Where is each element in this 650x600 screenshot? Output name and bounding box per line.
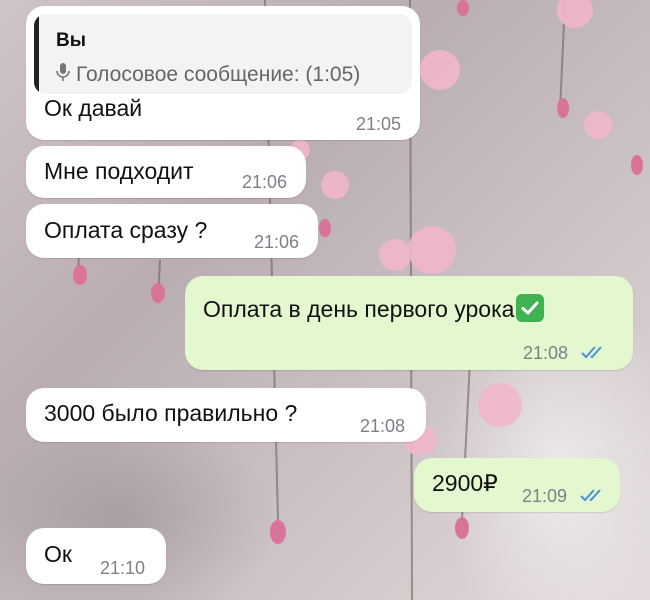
message-time: 21:08 xyxy=(523,343,569,363)
message-incoming[interactable]: Мне подходит 21:06 xyxy=(26,146,306,198)
message-incoming[interactable]: Ок 21:10 xyxy=(26,528,166,584)
message-time: 21:05 xyxy=(356,114,402,134)
message-text: Оплата в день первого урока xyxy=(203,294,545,323)
message-time: 21:06 xyxy=(254,232,300,252)
message-text: Ок xyxy=(44,541,72,567)
message-incoming[interactable]: 3000 было правильно ? 21:08 xyxy=(26,388,426,442)
check-mark-button-icon xyxy=(516,294,545,322)
read-ticks-icon xyxy=(581,344,609,365)
reply-quote[interactable]: Вы Голосовое сообщение: (1:05) xyxy=(34,14,412,94)
message-incoming[interactable]: Оплата сразу ? 21:06 xyxy=(26,204,318,258)
message-time: 21:08 xyxy=(360,416,406,436)
read-ticks-icon xyxy=(580,487,608,508)
reply-preview-text: Голосовое сообщение: (1:05) xyxy=(76,63,361,86)
message-outgoing[interactable]: Оплата в день первого урока 21:08 xyxy=(185,276,633,370)
message-outgoing[interactable]: 2900₽ 21:09 xyxy=(414,458,620,512)
reply-preview: Голосовое сообщение: (1:05) xyxy=(56,62,360,88)
message-text: 3000 было правильно ? xyxy=(44,400,298,426)
message-text: Оплата сразу ? xyxy=(44,217,208,243)
message-text: 2900₽ xyxy=(432,470,498,496)
message-text: Мне подходит xyxy=(44,158,194,184)
reply-quote-bar xyxy=(34,14,39,94)
microphone-icon xyxy=(56,62,70,88)
message-text: Ок давай xyxy=(44,95,143,121)
message-time: 21:06 xyxy=(242,172,288,192)
message-text-content: Оплата в день первого урока xyxy=(203,296,515,322)
message-time: 21:09 xyxy=(522,486,568,506)
message-time: 21:10 xyxy=(100,558,146,578)
reply-sender: Вы xyxy=(56,30,86,51)
message-incoming[interactable]: Вы Голосовое сообщение: (1:05) Ок давай … xyxy=(26,6,420,140)
